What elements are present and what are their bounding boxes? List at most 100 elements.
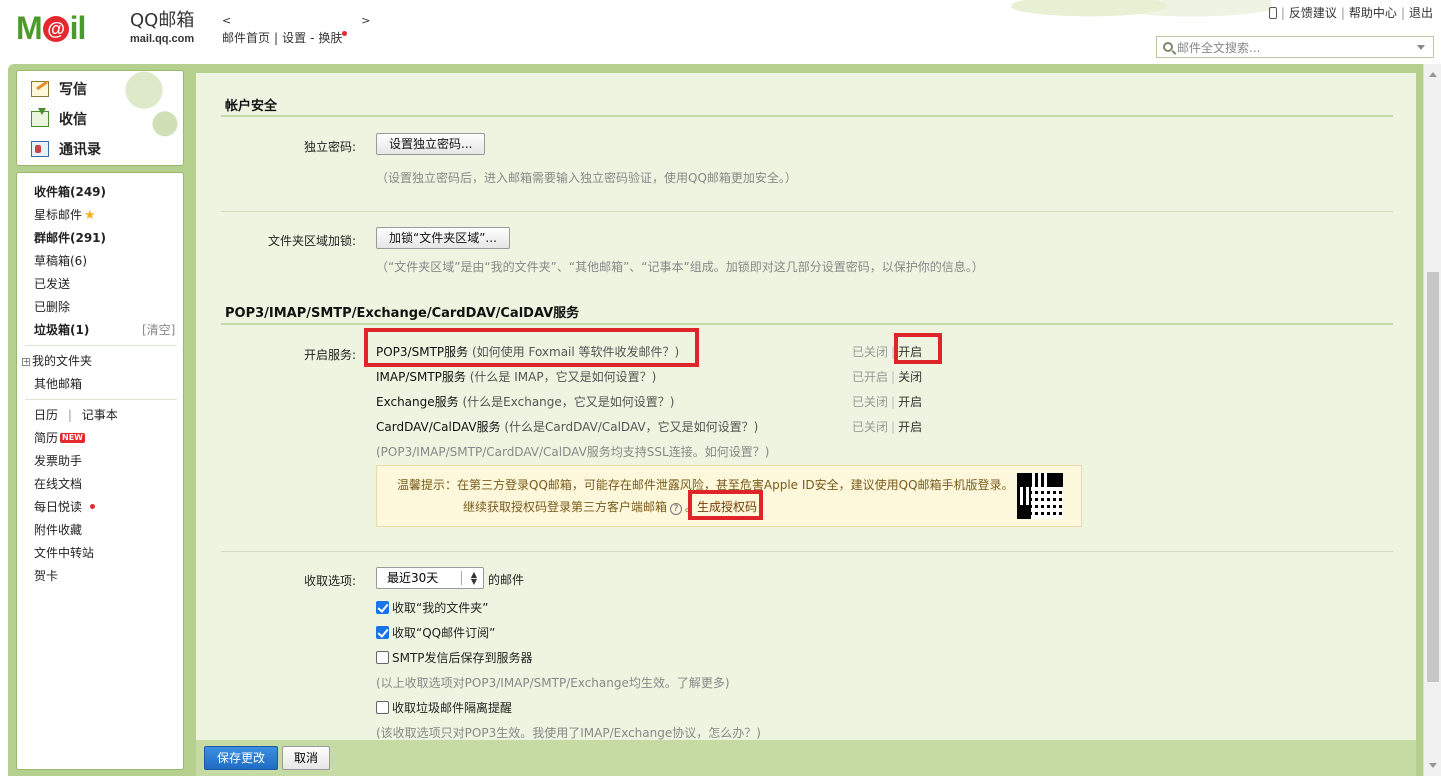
folder-drafts[interactable]: 草稿箱(6) bbox=[34, 252, 87, 269]
docs-link[interactable]: 在线文档 bbox=[34, 475, 82, 492]
divider bbox=[25, 345, 177, 346]
enable-carddav-link[interactable]: 开启 bbox=[898, 420, 922, 434]
help-icon[interactable]: ? bbox=[670, 503, 683, 515]
nav-home-link[interactable]: 邮件首页 bbox=[222, 31, 270, 45]
receive-options-label: 收取选项: bbox=[303, 574, 356, 588]
notes-link[interactable]: 记事本 bbox=[82, 408, 118, 422]
scroll-up-icon[interactable] bbox=[1429, 72, 1437, 77]
set-password-button[interactable]: 设置独立密码... bbox=[376, 133, 486, 155]
checkbox-unchecked[interactable] bbox=[376, 651, 389, 664]
search-icon bbox=[1163, 42, 1173, 52]
nav-skin-link[interactable]: 换肤 bbox=[318, 31, 342, 45]
qr-code bbox=[1017, 473, 1063, 519]
folder-my-folders[interactable]: + 我的文件夹 bbox=[22, 352, 92, 369]
help-link[interactable]: 帮助中心 bbox=[1349, 4, 1397, 21]
receive-my-folders-checkbox[interactable]: 收取“我的文件夹” bbox=[376, 599, 488, 616]
resume-link[interactable]: 简历 NEW bbox=[34, 429, 85, 446]
service-status: 已开启 | 关闭 bbox=[852, 370, 923, 384]
receive-subscription-checkbox[interactable]: 收取“QQ邮件订阅” bbox=[376, 624, 495, 641]
file-transfer-link[interactable]: 文件中转站 bbox=[34, 544, 94, 561]
folder-inbox[interactable]: 收件箱(249) bbox=[34, 183, 106, 200]
brand: QQ邮箱 mail.qq.com bbox=[130, 10, 194, 46]
folder-deleted[interactable]: 已删除 bbox=[34, 298, 70, 315]
qqmail-logo[interactable]: M @ il bbox=[16, 10, 128, 48]
enable-service-label: 开启服务: bbox=[303, 348, 356, 362]
service-status: 已关闭 | 开启 bbox=[852, 395, 923, 409]
cancel-button[interactable]: 取消 bbox=[282, 746, 330, 770]
feedback-link[interactable]: 反馈建议 bbox=[1289, 4, 1337, 21]
section-title-security: 帐户安全 bbox=[225, 99, 278, 114]
lock-folders-button[interactable]: 加锁“文件夹区域”... bbox=[376, 227, 510, 249]
divider bbox=[221, 551, 1393, 552]
save-button[interactable]: 保存更改 bbox=[204, 746, 278, 770]
top-header: M @ il QQ邮箱 mail.qq.com < > 邮件首页 | 设置 - 换肤 | 反… bbox=[0, 0, 1441, 64]
scroll-down-icon[interactable] bbox=[1429, 763, 1437, 768]
settings-panel: 帐户安全 独立密码: 设置独立密码... （设置独立密码后，进入邮箱需要输入独立… bbox=[196, 73, 1416, 740]
folder-group[interactable]: 群邮件(291) bbox=[34, 229, 106, 246]
sidebar-floral-decoration bbox=[123, 71, 183, 165]
notification-dot bbox=[90, 504, 96, 509]
attachments-link[interactable]: 附件收藏 bbox=[34, 521, 82, 538]
enable-exchange-link[interactable]: 开启 bbox=[898, 395, 922, 409]
checkbox-unchecked[interactable] bbox=[376, 701, 389, 714]
scrollbar-thumb[interactable] bbox=[1427, 272, 1439, 682]
service-help-link[interactable]: (什么是Exchange，它又是如何设置？) bbox=[462, 395, 674, 409]
highlight-box bbox=[894, 333, 942, 364]
expand-icon[interactable]: + bbox=[22, 358, 30, 366]
nav-back-arrow[interactable]: < bbox=[222, 14, 231, 27]
divider bbox=[221, 211, 1393, 212]
service-help-link[interactable]: (什么是CardDAV/CalDAV，它又是如何设置？) bbox=[504, 420, 758, 434]
receive-button[interactable]: 收信 bbox=[31, 108, 87, 129]
folder-starred[interactable]: 星标邮件 ★ bbox=[34, 206, 96, 223]
service-help-link[interactable]: (什么是 IMAP，它又是如何设置？) bbox=[470, 370, 657, 384]
greeting-cards-link[interactable]: 贺卡 bbox=[34, 567, 58, 584]
footer-bar: 保存更改 取消 bbox=[196, 740, 1416, 776]
smtp-save-checkbox[interactable]: SMTP发信后保存到服务器 bbox=[376, 649, 533, 666]
vertical-scrollbar[interactable] bbox=[1423, 64, 1441, 776]
logout-link[interactable]: 退出 bbox=[1409, 4, 1433, 21]
checkbox-checked[interactable] bbox=[376, 626, 389, 639]
receive-range-select[interactable]: 最近30天 ▲ ▼ bbox=[376, 567, 484, 589]
calendar-link[interactable]: 日历 bbox=[34, 408, 58, 422]
section-title-services: POP3/IMAP/SMTP/Exchange/CardDAV/CalDAV服务 bbox=[225, 306, 580, 321]
contacts-button[interactable]: 通讯录 bbox=[31, 139, 101, 159]
chevron-down-icon[interactable] bbox=[1417, 45, 1425, 50]
folder-list: 收件箱(249) 星标邮件 ★ 群邮件(291) 草稿箱(6) 已发送 已删除 垃… bbox=[16, 172, 184, 770]
independent-password-label: 独立密码: bbox=[303, 140, 356, 154]
daily-read-link[interactable]: 每日悦读 bbox=[34, 498, 96, 515]
lock-hint: （“文件夹区域”是由“我的文件夹”、“其他邮箱”、“记事本”组成。加锁即对这几部… bbox=[376, 260, 984, 274]
checkbox-checked[interactable] bbox=[376, 601, 389, 614]
header-right-links: | 反馈建议 | 帮助中心 | 退出 bbox=[1268, 4, 1433, 21]
mobile-icon[interactable] bbox=[1268, 6, 1277, 19]
invoice-link[interactable]: 发票助手 bbox=[34, 452, 82, 469]
notification-dot bbox=[342, 31, 348, 36]
star-icon: ★ bbox=[84, 208, 96, 223]
disable-imap-link[interactable]: 关闭 bbox=[898, 370, 922, 384]
divider bbox=[221, 323, 1393, 325]
search-input[interactable]: 邮件全文搜索... bbox=[1156, 36, 1434, 58]
divider bbox=[221, 115, 1393, 117]
highlight-box bbox=[364, 328, 699, 367]
spam-quarantine-checkbox[interactable]: 收取垃圾邮件隔离提醒 bbox=[376, 699, 512, 716]
pencil-icon bbox=[31, 81, 49, 97]
spam-clear-link[interactable]: [清空] bbox=[142, 321, 175, 338]
password-hint: （设置独立密码后，进入邮箱需要输入独立密码验证，使用QQ邮箱更加安全。） bbox=[376, 171, 797, 185]
compose-panel: 写信 收信 通讯录 bbox=[16, 70, 184, 166]
calendar-notes: 日历 | 记事本 bbox=[34, 408, 118, 422]
contacts-icon bbox=[31, 141, 49, 157]
folder-sent[interactable]: 已发送 bbox=[34, 275, 70, 292]
ssl-hint: (POP3/IMAP/SMTP/CardDAV/CalDAV服务均支持SSL连接… bbox=[376, 445, 770, 459]
write-button[interactable]: 写信 bbox=[31, 79, 87, 99]
folder-spam[interactable]: 垃圾箱(1) [清空] bbox=[34, 321, 179, 338]
top-nav: < > 邮件首页 | 设置 - 换肤 bbox=[222, 14, 371, 45]
nav-settings-link[interactable]: 设置 bbox=[282, 31, 306, 45]
receive-range-suffix: 的邮件 bbox=[488, 573, 525, 587]
folder-other-mail[interactable]: 其他邮箱 bbox=[34, 375, 82, 392]
brand-name: QQ邮箱 bbox=[130, 10, 195, 31]
download-icon bbox=[31, 108, 49, 127]
chevron-updown-icon: ▲ ▼ bbox=[470, 570, 477, 586]
folder-lock-label: 文件夹区域加锁: bbox=[267, 234, 356, 248]
nav-forward-arrow[interactable]: > bbox=[361, 14, 370, 27]
service-carddav-caldav: CardDAV/CalDAV服务 (什么是CardDAV/CalDAV，它又是如… bbox=[376, 420, 759, 434]
search-placeholder: 邮件全文搜索... bbox=[1177, 40, 1261, 55]
